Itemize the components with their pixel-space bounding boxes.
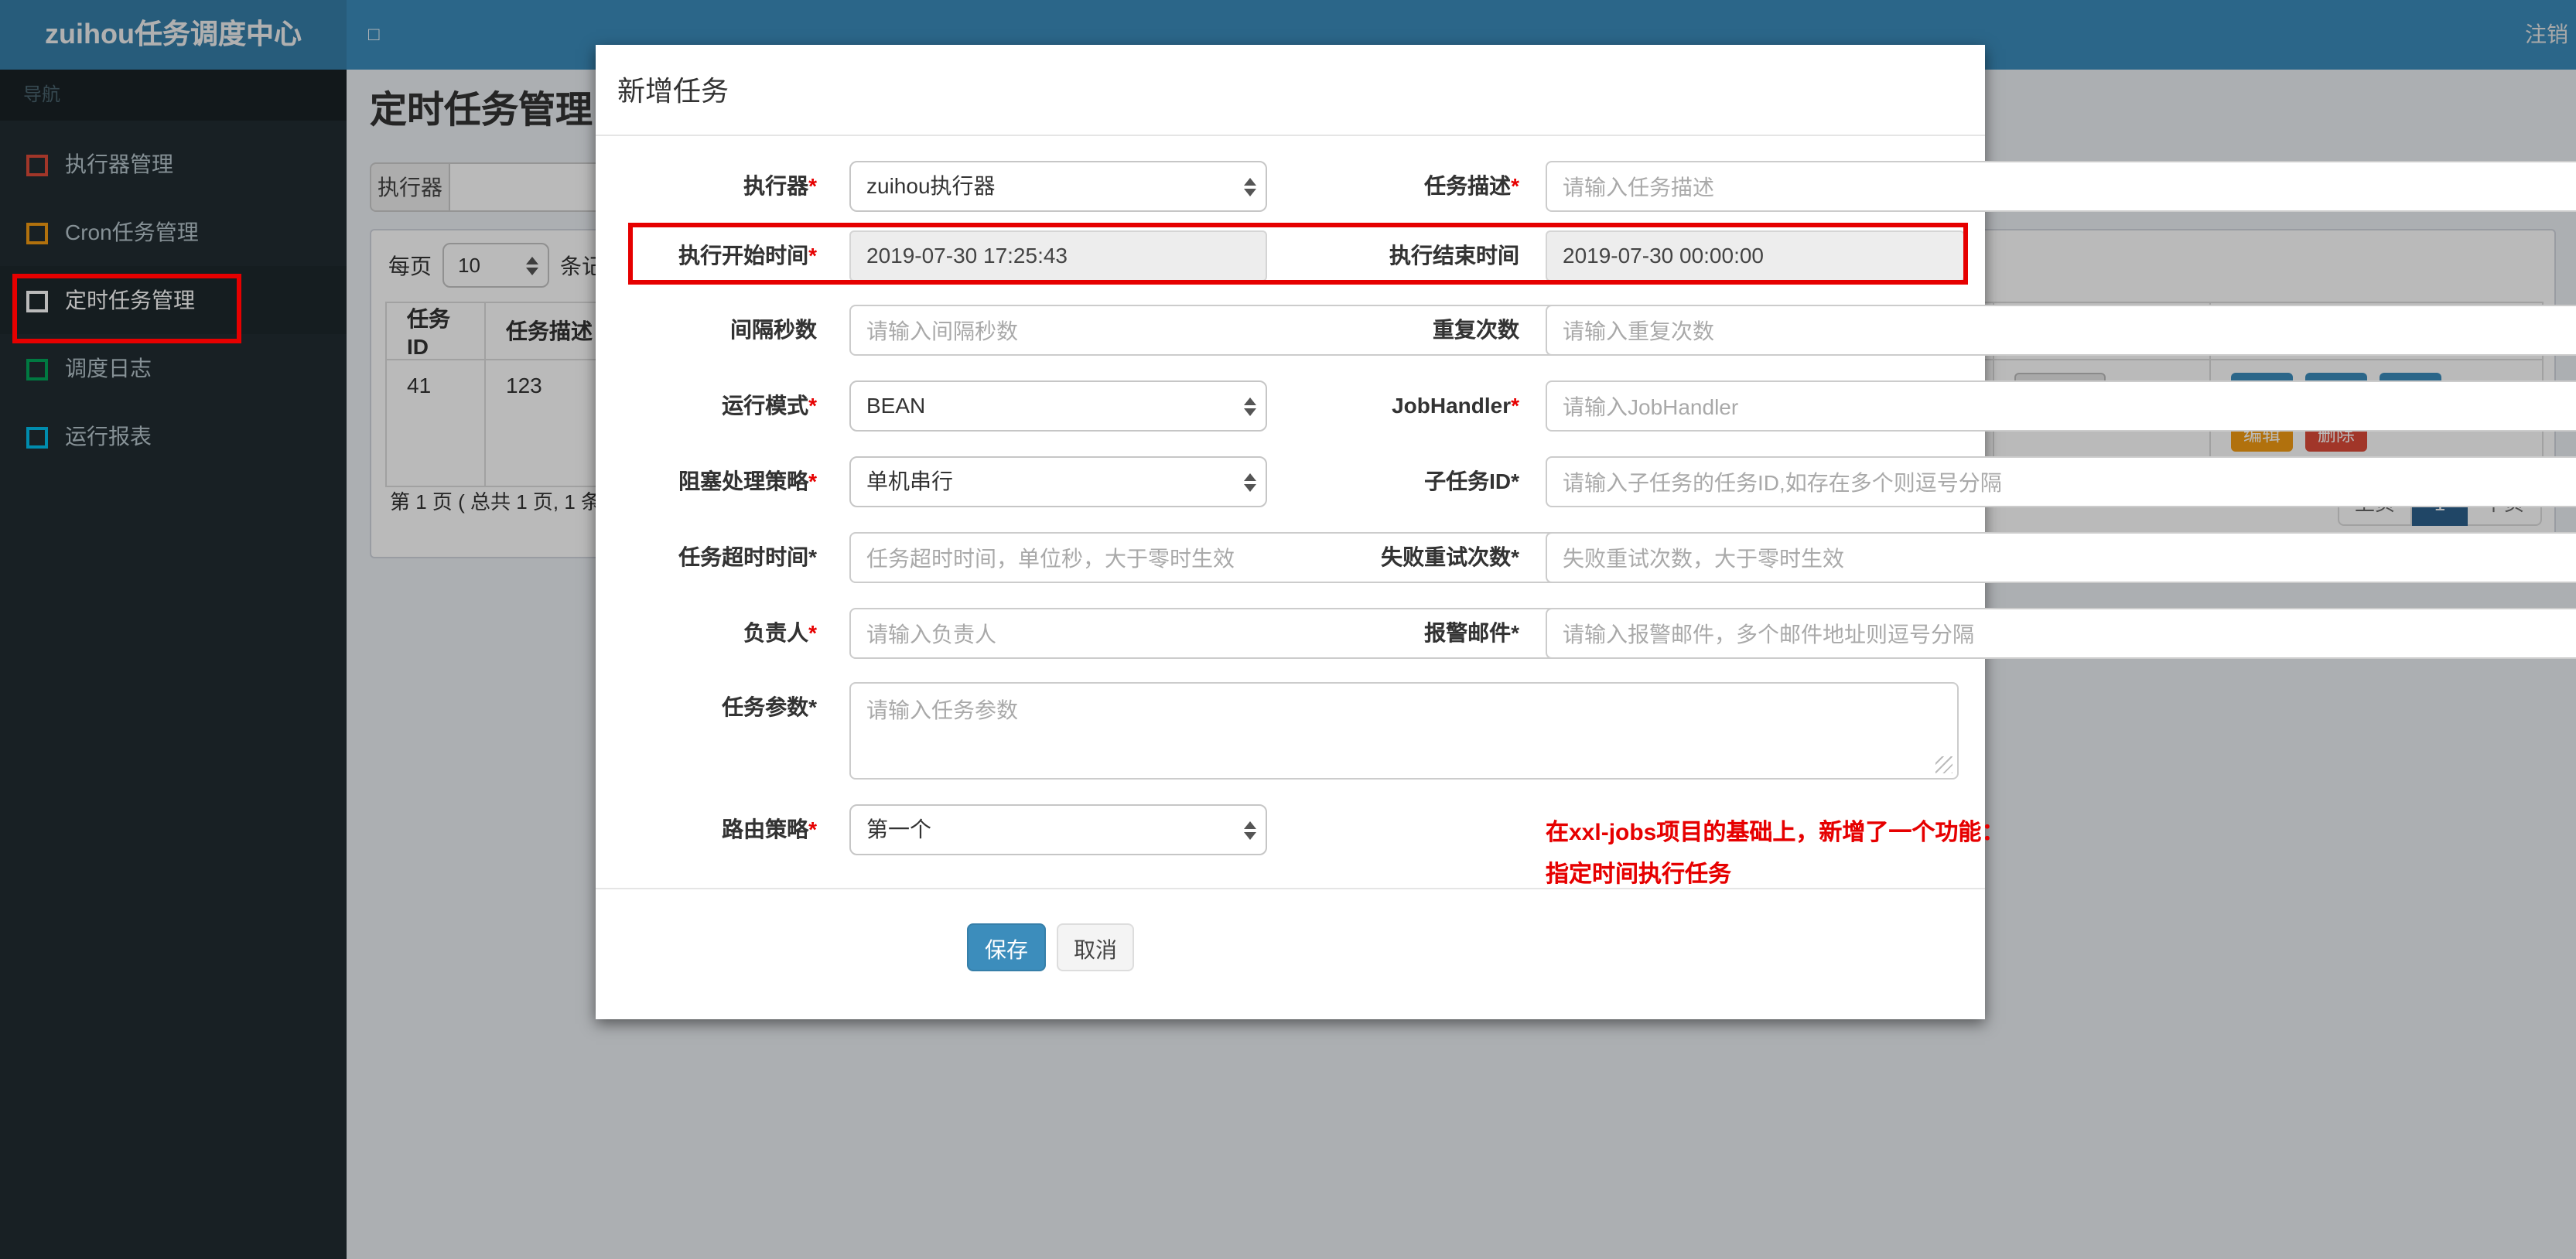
executor-select[interactable]: zuihou执行器	[849, 161, 1267, 212]
child-task-label: 子任务ID*	[1424, 469, 1519, 493]
run-mode-select[interactable]: BEAN	[849, 380, 1267, 432]
retry-input[interactable]	[1546, 532, 2576, 583]
modal-title: 新增任务	[617, 76, 729, 107]
alarm-email-input[interactable]	[1546, 608, 2576, 659]
jobhandler-label: JobHandler*	[1392, 393, 1519, 418]
select-caret-icon	[1244, 821, 1256, 839]
alarm-email-label: 报警邮件*	[1424, 620, 1519, 645]
task-desc-label: 任务描述*	[1424, 173, 1519, 198]
start-time-input[interactable]: 2019-07-30 17:25:43	[849, 230, 1267, 281]
cancel-button[interactable]: 取消	[1057, 923, 1134, 971]
timeout-label: 任务超时时间*	[678, 544, 817, 569]
executor-select-value: zuihou执行器	[866, 173, 996, 198]
block-strategy-select-value: 单机串行	[866, 469, 953, 493]
repeat-input[interactable]	[1546, 305, 2576, 356]
run-mode-select-value: BEAN	[866, 393, 926, 418]
modal-header-divider	[596, 135, 1985, 136]
block-strategy-label: 阻塞处理策略*	[678, 469, 817, 493]
select-caret-icon	[1244, 397, 1256, 415]
jobhandler-input[interactable]	[1546, 380, 2576, 432]
route-strategy-select[interactable]: 第一个	[849, 804, 1267, 855]
add-task-modal: 新增任务 执行器* zuihou执行器 任务描述* 执行开始时间* 2019-0…	[596, 45, 2576, 1019]
owner-label: 负责人*	[743, 620, 817, 645]
child-task-input[interactable]	[1546, 456, 2576, 507]
end-time-input[interactable]: 2019-07-30 00:00:00	[1546, 230, 1965, 281]
run-mode-label: 运行模式*	[722, 393, 817, 418]
app-window: zuihou任务调度中心 □ 注销 导航 执行器管理 Cron任务管理 定时任务…	[0, 0, 2576, 1259]
end-time-label: 执行结束时间	[1389, 243, 1519, 268]
interval-label: 间隔秒数	[730, 317, 817, 342]
annotation-note: 在xxl-jobs项目的基础上，新增了一个功能： 指定时间执行任务	[1546, 812, 2004, 896]
task-params-textarea[interactable]	[849, 682, 1959, 780]
repeat-label: 重复次数	[1433, 317, 1519, 342]
select-caret-icon	[1244, 177, 1256, 196]
select-caret-icon	[1244, 473, 1256, 491]
retry-label: 失败重试次数*	[1381, 544, 1519, 569]
task-params-label: 任务参数*	[722, 694, 817, 719]
start-time-label: 执行开始时间*	[678, 243, 817, 268]
executor-label: 执行器*	[743, 173, 817, 198]
save-button[interactable]: 保存	[967, 923, 1046, 971]
route-strategy-select-value: 第一个	[866, 817, 931, 841]
block-strategy-select[interactable]: 单机串行	[849, 456, 1267, 507]
task-desc-input[interactable]	[1546, 161, 2576, 212]
annotation-note-line1: 在xxl-jobs项目的基础上，新增了一个功能：	[1546, 820, 2005, 846]
route-strategy-label: 路由策略*	[722, 817, 817, 841]
modal-footer-divider	[596, 888, 1985, 889]
